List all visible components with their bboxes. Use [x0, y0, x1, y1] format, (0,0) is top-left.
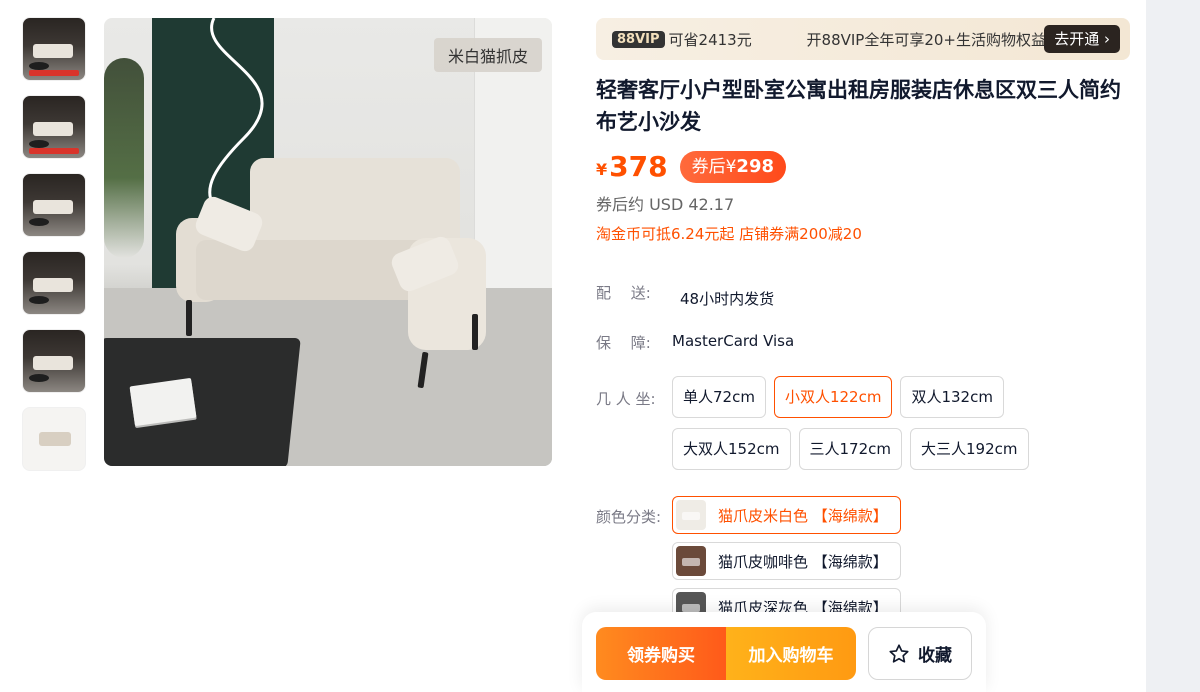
thumbnail-4[interactable] [22, 251, 86, 315]
seat-option[interactable]: 单人72cm [672, 376, 766, 418]
favorite-button[interactable]: 收藏 [868, 627, 972, 680]
thumbnail-2[interactable] [22, 95, 86, 159]
buy-button-group: 领券购买 加入购物车 [596, 627, 856, 680]
vip-badge: 88VIP [612, 30, 665, 48]
color-swatch [676, 500, 706, 530]
usd-price: 券后约 USD 42.17 [596, 195, 735, 214]
seat-options: 单人72cm 小双人122cm 双人132cm 大双人152cm 三人172cm 大三人1… [672, 376, 1122, 480]
product-card: 米白猫抓皮 88VIP 可省2413元 开88VIP全年可享20+生活购物权益，… [0, 0, 1146, 692]
color-swatch [676, 546, 706, 576]
color-option[interactable]: 猫爪皮米白色 【海绵款】 [672, 496, 901, 534]
vip-desc: 开88VIP全年可享20+生活购物权益， [806, 30, 1062, 49]
coupon-buy-button[interactable]: 领券购买 [596, 627, 726, 680]
shipping-value: 48小时内发货 [680, 290, 775, 308]
thumbnail-1[interactable] [22, 17, 86, 81]
thumbnail-6[interactable] [22, 407, 86, 471]
seats-row: 几 人 坐: 单人72cm 小双人122cm 双人132cm 大双人152cm 三人17… [596, 376, 1122, 480]
seat-option[interactable]: 小双人122cm [773, 376, 893, 418]
coupon-price-label: 券后 [691, 156, 726, 177]
product-title: 轻奢客厅小户型卧室公寓出租房服装店休息区双三人简约布艺小沙发 [596, 78, 1121, 134]
color-option[interactable]: 猫爪皮咖啡色 【海绵款】 [672, 542, 901, 580]
guarantee-row: 保 障: MasterCard Visa [596, 332, 794, 353]
vip-open-label: 去开通 [1054, 30, 1100, 48]
star-icon [889, 643, 909, 663]
favorite-label: 收藏 [918, 646, 952, 666]
seat-option[interactable]: 三人172cm [798, 428, 902, 470]
vip-save-text: 可省2413元 [668, 30, 752, 49]
coupon-price-currency: ¥ [725, 156, 737, 177]
thumbnail-list [22, 17, 88, 485]
thumbnail-5[interactable] [22, 329, 86, 393]
image-tag: 米白猫抓皮 [433, 38, 542, 72]
price-value: 378 [609, 150, 668, 183]
shipping-label: 配 送: [596, 284, 651, 302]
color-option-label: 猫爪皮咖啡色 【海绵款】 [718, 552, 888, 571]
add-to-cart-button[interactable]: 加入购物车 [726, 627, 856, 680]
thumbnail-3[interactable] [22, 173, 86, 237]
chevron-right-icon: › [1104, 30, 1110, 48]
seats-label: 几 人 坐: [596, 390, 656, 408]
color-option-label: 猫爪皮米白色 【海绵款】 [718, 506, 888, 525]
vip-open-button[interactable]: 去开通 › [1044, 25, 1120, 53]
guarantee-value: MasterCard Visa [672, 332, 795, 350]
color-options: 猫爪皮米白色 【海绵款】 猫爪皮咖啡色 【海绵款】 猫爪皮深灰色 【海绵款】 [672, 496, 1132, 618]
seat-option[interactable]: 双人132cm [900, 376, 1004, 418]
main-product-image[interactable]: 米白猫抓皮 [104, 18, 552, 466]
product-info: 88VIP 可省2413元 开88VIP全年可享20+生活购物权益， ⋮ 去开通… [596, 18, 1130, 244]
guarantee-label: 保 障: [596, 334, 651, 352]
coupon-price-badge: 券后¥298 [679, 150, 786, 183]
shipping-row: 配 送: 48小时内发货 [596, 282, 774, 309]
seat-option[interactable]: 大三人192cm [910, 428, 1029, 470]
action-bar: 领券购买 加入购物车 收藏 [582, 612, 986, 692]
seat-option[interactable]: 大双人152cm [672, 428, 791, 470]
coupon-price-value: 298 [736, 155, 774, 177]
color-row: 颜色分类: 猫爪皮米白色 【海绵款】 猫爪皮咖啡色 【海绵款】 猫爪皮深灰色 【海绵… [596, 496, 1132, 618]
color-label: 颜色分类: [596, 508, 662, 526]
vip-banner[interactable]: 88VIP 可省2413元 开88VIP全年可享20+生活购物权益， ⋮ 去开通… [596, 18, 1130, 60]
price-row: ¥ 378 券后¥298 [596, 150, 1130, 183]
promo-text[interactable]: 淘金币可抵6.24元起 店铺券满200减20 [596, 223, 1130, 244]
price-currency: ¥ [596, 160, 608, 179]
